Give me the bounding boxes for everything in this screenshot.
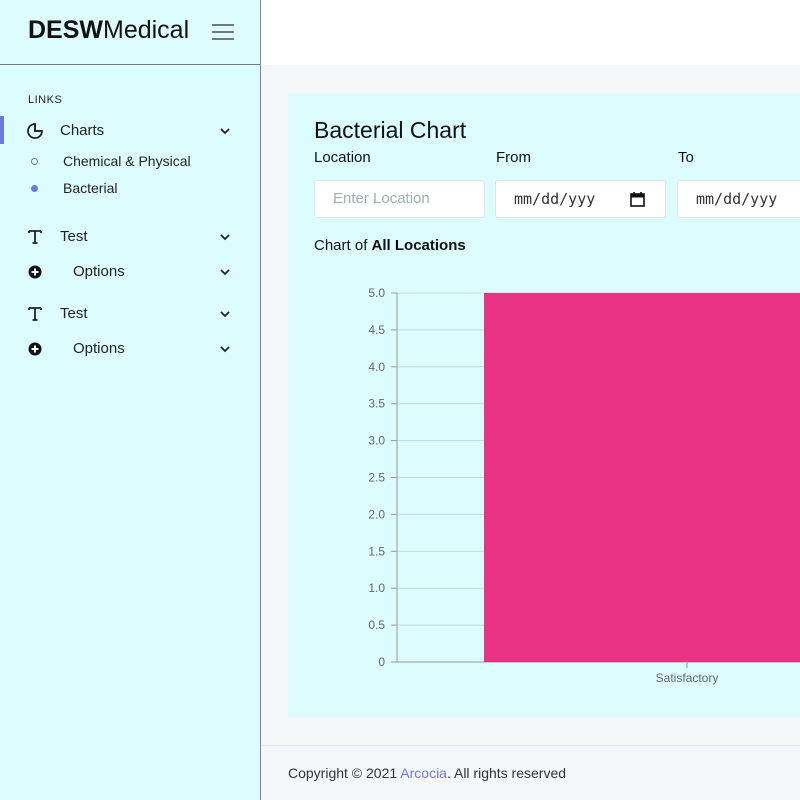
- sidebar-item-label: Test: [60, 228, 88, 245]
- circle-outline-icon: [31, 158, 38, 165]
- sidebar-item-label: Options: [73, 263, 125, 280]
- from-label: From: [496, 149, 531, 166]
- y-tick-label: 1.5: [368, 544, 385, 558]
- top-header-bar: [261, 0, 800, 65]
- x-tick-label: Satisfactory: [656, 671, 719, 685]
- sidebar-subitem-label: Bacterial: [63, 180, 118, 196]
- page-title: Bacterial Chart: [314, 117, 467, 143]
- to-date-input[interactable]: mm/dd/yyy: [677, 180, 800, 218]
- sidebar-subitem-label: Chemical & Physical: [63, 153, 191, 169]
- y-tick-label: 4.0: [368, 360, 385, 374]
- y-tick-label: 2.0: [368, 507, 385, 521]
- sidebar-section-title: LINKS: [28, 94, 63, 106]
- sidebar-item-label: Charts: [60, 122, 105, 139]
- sidebar-item-charts[interactable]: Charts: [0, 116, 260, 146]
- to-label: To: [678, 149, 694, 166]
- text-icon: [26, 228, 44, 246]
- y-tick-label: 4.5: [368, 323, 385, 337]
- chart-caption: Chart of All Locations: [314, 237, 466, 254]
- hamburger-menu-icon[interactable]: [212, 24, 234, 40]
- y-tick-label: 3.0: [368, 434, 385, 448]
- sidebar: DESWMedical LINKS Charts Chemical & Phys…: [0, 0, 261, 800]
- chart-card: Bacterial Chart Location From To Enter L…: [288, 93, 800, 717]
- to-date-value: mm/dd/yyy: [696, 190, 778, 208]
- sidebar-item-options[interactable]: Options: [0, 257, 260, 287]
- y-tick-label: 0: [378, 655, 385, 669]
- from-date-input[interactable]: mm/dd/yyy: [495, 180, 666, 218]
- y-tick-label: 1.0: [368, 581, 385, 595]
- bar-satisfactory: [484, 293, 800, 662]
- y-tick-label: 3.5: [368, 397, 385, 411]
- active-indicator: [0, 116, 4, 144]
- y-tick-label: 2.5: [368, 471, 385, 485]
- chevron-down-icon: [220, 234, 230, 241]
- text-icon: [26, 305, 44, 323]
- chevron-down-icon: [220, 346, 230, 353]
- company-link[interactable]: Arcocia: [400, 765, 447, 781]
- footer: Copyright © 2021 Arcocia. All rights res…: [261, 745, 800, 800]
- sidebar-item-options[interactable]: Options: [0, 334, 260, 364]
- bar-chart: 0 0.5 1.0 1.5 2.0 2.5 3.0 3.5 4.0 4.5 5.0 Satisfact…: [368, 286, 800, 685]
- sidebar-item-test[interactable]: Test: [0, 299, 260, 329]
- y-tick-label: 5.0: [368, 286, 385, 300]
- sidebar-item-label: Options: [73, 340, 125, 357]
- location-input[interactable]: Enter Location: [314, 180, 485, 218]
- sidebar-item-label: Test: [60, 305, 88, 322]
- plus-circle-icon: [26, 340, 44, 358]
- chevron-down-icon: [220, 269, 230, 276]
- pie-chart-icon: [26, 122, 44, 140]
- circle-filled-icon: [31, 185, 38, 192]
- brand-logo[interactable]: DESWMedical: [28, 16, 189, 45]
- chevron-down-icon: [220, 311, 230, 318]
- chevron-down-icon: [220, 128, 230, 135]
- location-label: Location: [314, 149, 371, 166]
- sidebar-subitem-bacterial[interactable]: Bacterial: [0, 176, 260, 200]
- from-date-value: mm/dd/yyy: [514, 190, 596, 208]
- sidebar-subitem-chemical-physical[interactable]: Chemical & Physical: [0, 149, 260, 173]
- sidebar-item-test[interactable]: Test: [0, 222, 260, 252]
- calendar-icon[interactable]: [630, 191, 645, 207]
- brand-bar: DESWMedical: [0, 0, 260, 65]
- y-tick-label: 0.5: [368, 618, 385, 632]
- copyright-text: Copyright © 2021 Arcocia. All rights res…: [288, 765, 567, 781]
- plus-circle-icon: [26, 263, 44, 281]
